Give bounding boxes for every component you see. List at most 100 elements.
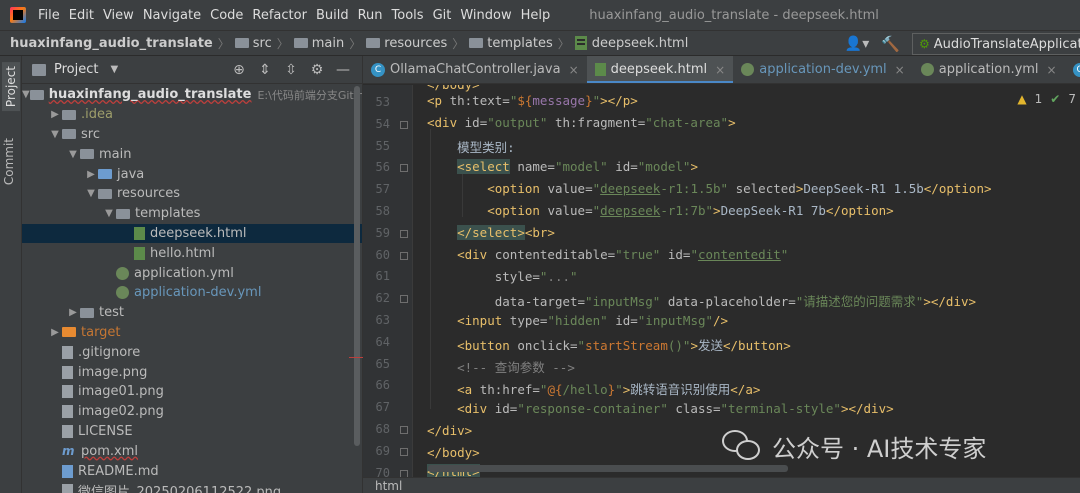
project-tool-tab[interactable]: Project bbox=[2, 62, 20, 112]
locate-target-icon[interactable]: ⊕ bbox=[232, 62, 246, 78]
collapse-all-icon[interactable]: ⇳ bbox=[284, 62, 298, 78]
horizontal-scrollbar[interactable] bbox=[428, 465, 788, 472]
line-number: 65 bbox=[375, 356, 390, 371]
breadcrumb-resources[interactable]: resources bbox=[366, 36, 447, 51]
tree-item[interactable]: ▼ templates bbox=[22, 204, 362, 224]
tree-item[interactable]: image01.png bbox=[22, 382, 362, 402]
editor-tab[interactable]: deepseek.html × bbox=[586, 56, 734, 83]
tree-item[interactable]: application-dev.yml bbox=[22, 283, 362, 303]
tree-item[interactable]: deepseek.html bbox=[22, 223, 362, 244]
close-icon[interactable]: × bbox=[715, 63, 725, 77]
breadcrumb-templates[interactable]: templates bbox=[469, 36, 553, 51]
close-icon[interactable]: × bbox=[895, 63, 905, 77]
tree-item[interactable]: ▼ huaxinfang_audio_translate E:\代码前端分支Git\… bbox=[22, 85, 362, 105]
chevron-down-icon[interactable]: ▼ bbox=[66, 149, 80, 160]
tree-item[interactable]: image02.png bbox=[22, 402, 362, 422]
tree-item[interactable]: image.png bbox=[22, 362, 362, 382]
code-editor[interactable]: </body> <p th:text="${message}"></p> <di… bbox=[414, 85, 1080, 477]
image-file-icon bbox=[62, 484, 73, 493]
close-icon[interactable]: × bbox=[569, 63, 579, 77]
code-line-65: <!-- 查询参数 --> bbox=[457, 360, 575, 375]
code-line-64: <button onclick="startStream()">发送</butt… bbox=[457, 338, 791, 353]
run-configuration-select[interactable]: ⚙ AudioTranslateApplicati bbox=[912, 33, 1080, 55]
code-line-63: <input type="hidden" id="inputMsg"/> bbox=[457, 313, 729, 328]
tree-item[interactable]: application.yml bbox=[22, 263, 362, 283]
expand-all-icon[interactable]: ⇕ bbox=[258, 62, 272, 78]
tree-item[interactable]: .gitignore bbox=[22, 342, 362, 362]
folder-icon bbox=[469, 38, 484, 48]
menu-file[interactable]: File bbox=[38, 8, 60, 23]
chevron-down-icon[interactable]: ▼ bbox=[102, 208, 116, 219]
chevron-down-icon[interactable]: ▼ bbox=[84, 188, 98, 199]
fold-icon[interactable] bbox=[400, 295, 408, 304]
folder-icon bbox=[98, 188, 112, 199]
chevron-down-icon[interactable]: ▼ bbox=[22, 89, 30, 100]
menu-refactor[interactable]: Refactor bbox=[252, 8, 307, 23]
menu-code[interactable]: Code bbox=[210, 8, 243, 23]
fold-icon[interactable] bbox=[400, 120, 408, 129]
chevron-right-icon[interactable]: ▶ bbox=[66, 307, 80, 318]
tree-item[interactable]: README.md bbox=[22, 461, 362, 481]
breadcrumb-file[interactable]: deepseek.html bbox=[574, 36, 688, 51]
tree-item[interactable]: m pom.xml bbox=[22, 441, 362, 461]
project-panel-title[interactable]: Project bbox=[54, 62, 98, 77]
tree-item[interactable]: ▼ main bbox=[22, 144, 362, 164]
tree-item[interactable]: ▼ resources bbox=[22, 184, 362, 204]
tree-item[interactable]: hello.html bbox=[22, 243, 362, 263]
menu-build[interactable]: Build bbox=[316, 8, 349, 23]
chevron-down-icon[interactable]: ▼ bbox=[110, 64, 118, 75]
code-line-69: </body> bbox=[427, 445, 480, 460]
folder-icon bbox=[80, 307, 94, 318]
breadcrumb-separator-icon: 〉 bbox=[557, 36, 570, 51]
breadcrumb-src[interactable]: src bbox=[234, 36, 272, 51]
close-icon[interactable]: × bbox=[1047, 63, 1057, 77]
run-configuration-label: AudioTranslateApplicati bbox=[933, 36, 1080, 52]
tree-item[interactable]: ▶ test bbox=[22, 303, 362, 323]
breadcrumb-project[interactable]: huaxinfang_audio_translate bbox=[10, 36, 213, 51]
fold-icon[interactable] bbox=[400, 447, 408, 456]
project-panel-scrollbar[interactable] bbox=[354, 86, 360, 446]
editor-tab[interactable]: application.yml × bbox=[913, 56, 1065, 83]
tree-item[interactable]: ▶ target bbox=[22, 323, 362, 343]
project-panel-tools: ⊕ ⇕ ⇳ ⚙ — bbox=[232, 56, 362, 84]
tree-item[interactable]: ▶ java bbox=[22, 164, 362, 184]
fold-icon[interactable] bbox=[400, 164, 408, 173]
menu-run[interactable]: Run bbox=[358, 8, 383, 23]
editor-context-label[interactable]: html bbox=[375, 479, 402, 493]
fold-icon[interactable] bbox=[400, 229, 408, 238]
menu-bar: File Edit View Navigate Code Refactor Bu… bbox=[0, 0, 1080, 30]
tree-item[interactable]: LICENSE bbox=[22, 422, 362, 442]
hide-panel-icon[interactable]: — bbox=[336, 62, 350, 78]
menu-window[interactable]: Window bbox=[460, 8, 511, 23]
tree-item-label: .gitignore bbox=[78, 344, 141, 360]
line-number: 63 bbox=[375, 313, 390, 327]
chevron-right-icon[interactable]: ▶ bbox=[48, 327, 62, 338]
chevron-down-icon[interactable]: ▼ bbox=[48, 129, 62, 140]
editor-tab[interactable]: CAudioTr bbox=[1065, 56, 1080, 83]
inspection-widget[interactable]: ▲ 1 ✔ 7 bbox=[1017, 92, 1076, 106]
chevron-right-icon[interactable]: ▶ bbox=[48, 109, 62, 120]
tree-item[interactable]: 微信图片_20250206112522.png bbox=[22, 481, 362, 493]
tree-item[interactable]: ▶ .idea bbox=[22, 105, 362, 125]
tree-item[interactable]: ▼ src bbox=[22, 125, 362, 145]
menu-navigate[interactable]: Navigate bbox=[143, 8, 201, 23]
fold-icon[interactable] bbox=[400, 251, 408, 260]
menu-git[interactable]: Git bbox=[433, 8, 452, 23]
editor-tab[interactable]: application-dev.yml × bbox=[733, 56, 913, 83]
breadcrumb-main[interactable]: main bbox=[293, 36, 344, 51]
tree-item-label: target bbox=[81, 324, 121, 340]
gear-icon[interactable]: ⚙ bbox=[310, 62, 324, 78]
user-icon[interactable]: 👤▾ bbox=[845, 36, 869, 52]
tree-item-path: E:\代码前端分支Git\hua bbox=[257, 88, 362, 102]
commit-tool-tab[interactable]: Commit bbox=[2, 138, 16, 185]
menu-help[interactable]: Help bbox=[521, 8, 551, 23]
editor-tab[interactable]: C OllamaChatController.java × bbox=[363, 56, 587, 83]
code-line-55: 模型类别: bbox=[427, 140, 515, 155]
build-hammer-icon[interactable]: 🔨 bbox=[881, 35, 900, 53]
fold-icon[interactable] bbox=[400, 426, 408, 434]
chevron-right-icon[interactable]: ▶ bbox=[84, 169, 98, 180]
tree-item-label: templates bbox=[135, 206, 201, 222]
menu-view[interactable]: View bbox=[103, 8, 134, 23]
menu-edit[interactable]: Edit bbox=[69, 8, 94, 23]
menu-tools[interactable]: Tools bbox=[392, 8, 424, 23]
